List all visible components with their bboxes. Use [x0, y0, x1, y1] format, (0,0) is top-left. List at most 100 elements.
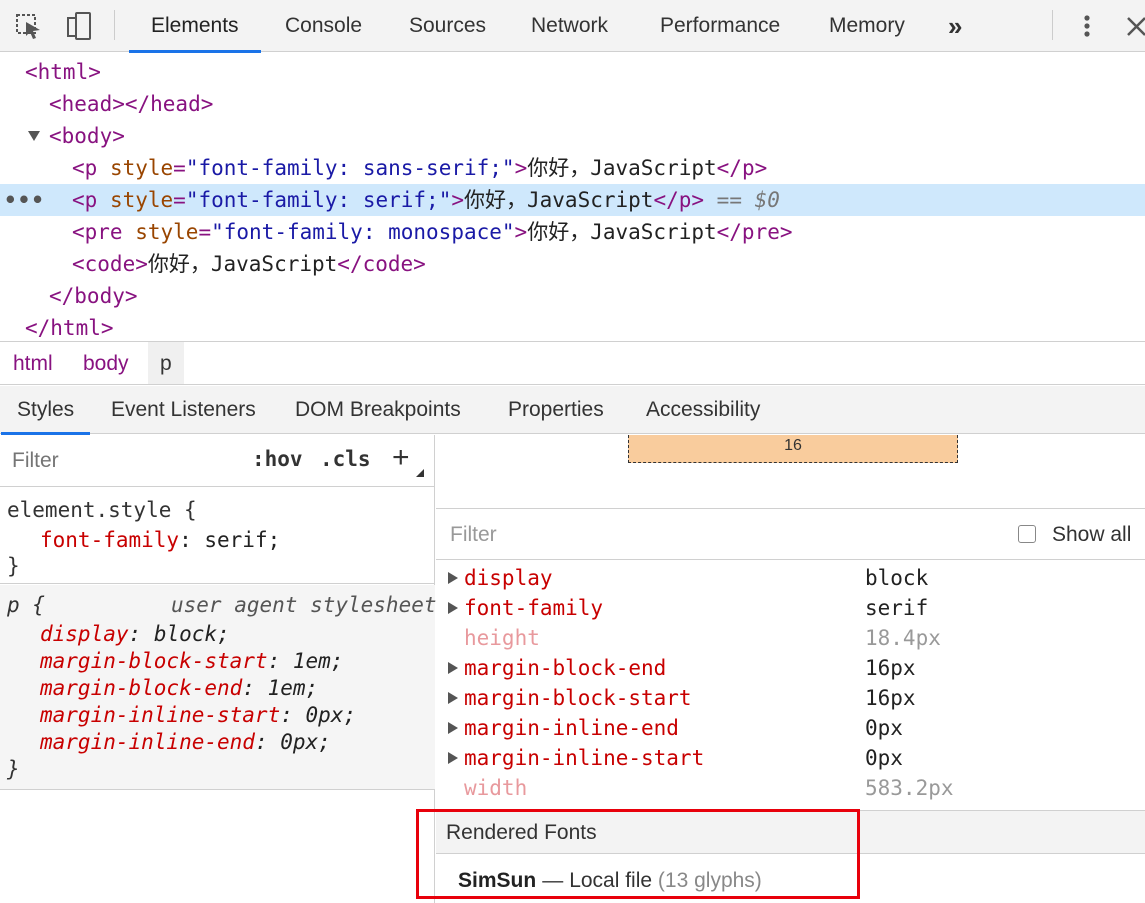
tag-head-close: </head> — [124, 92, 214, 116]
dom-node-html-close[interactable]: </html> — [0, 312, 1145, 344]
inspect-icon[interactable] — [14, 10, 44, 42]
declaration-property: margin-inline-start — [40, 703, 281, 727]
element-style-rule: element.style { font-family: serif; } — [0, 488, 435, 584]
computed-property: font-family — [464, 596, 604, 620]
dom-node-pre[interactable]: <pre style="font-family: monospace">你好，J… — [0, 216, 1145, 248]
dom-node-head[interactable]: <head></head> — [0, 88, 1145, 120]
cls-toggle-button[interactable]: .cls — [320, 447, 371, 471]
declaration-value: block; — [153, 622, 230, 646]
attr-value: "font-family: monospace" — [211, 220, 515, 244]
tag-p-close: </p> — [716, 156, 768, 180]
rendered-font-entry: SimSun — Local file (13 glyphs) — [458, 869, 762, 893]
tab-console[interactable]: Console — [285, 0, 362, 52]
tab-dom-breakpoints[interactable]: DOM Breakpoints — [295, 386, 461, 434]
dom-node-html[interactable]: <html> — [0, 56, 1145, 88]
dom-node-body-close[interactable]: </body> — [0, 280, 1145, 312]
tab-memory[interactable]: Memory — [829, 0, 905, 52]
breadcrumb-body[interactable]: body — [83, 342, 129, 384]
computed-row[interactable]: margin-block-start 16px — [436, 683, 1145, 713]
dom-node-p-sans[interactable]: <p style="font-family: sans-serif;">你好，J… — [0, 152, 1145, 184]
tab-accessibility[interactable]: Accessibility — [646, 386, 760, 434]
margin-bottom-value[interactable]: 16 — [784, 437, 802, 454]
computed-row[interactable]: width 583.2px — [436, 773, 1145, 803]
expand-triangle-icon[interactable] — [448, 752, 458, 764]
breadcrumb: html body p — [0, 341, 1145, 385]
computed-value: 0px — [865, 716, 903, 740]
rendered-fonts-header: Rendered Fonts — [436, 810, 1145, 854]
expand-triangle-icon[interactable] — [28, 131, 40, 141]
styles-filter-input[interactable] — [6, 443, 232, 479]
tag-pre-open: <pre — [72, 220, 123, 244]
expand-triangle-icon[interactable] — [448, 662, 458, 674]
tag-code-close: </code> — [337, 252, 426, 276]
tag-html-open: <html> — [25, 60, 101, 84]
computed-row[interactable]: height 18.4px — [436, 623, 1145, 653]
computed-row[interactable]: display block — [436, 563, 1145, 593]
computed-row[interactable]: font-family serif — [436, 593, 1145, 623]
computed-row[interactable]: margin-inline-start 0px — [436, 743, 1145, 773]
toolbar-separator — [114, 10, 115, 40]
computed-value: 18.4px — [865, 626, 941, 650]
sidebar-tabs: Styles Event Listeners DOM Breakpoints P… — [0, 386, 1145, 435]
declaration-property: margin-inline-end — [40, 730, 255, 754]
breadcrumb-p[interactable]: p — [148, 342, 184, 384]
tab-styles[interactable]: Styles — [0, 386, 91, 435]
toolbar-separator — [1052, 10, 1053, 40]
new-rule-menu-corner-icon[interactable] — [416, 469, 424, 477]
expand-triangle-icon[interactable] — [448, 572, 458, 584]
rule-selector[interactable]: element.style { — [7, 496, 197, 524]
tab-event-listeners[interactable]: Event Listeners — [111, 386, 256, 434]
attr-name: style — [109, 188, 174, 212]
ua-declaration: display: block; — [40, 622, 230, 646]
declaration-value: 1em; — [292, 649, 344, 673]
computed-value: 16px — [865, 686, 916, 710]
node-menu-dots-icon[interactable]: ••• — [4, 184, 45, 216]
declaration-property: display — [40, 622, 129, 646]
dom-tree: <html> <head></head> <body> <p style="fo… — [0, 53, 1145, 341]
computed-property: margin-block-start — [464, 686, 692, 710]
tab-network[interactable]: Network — [531, 0, 608, 52]
attr-value: "font-family: sans-serif;" — [185, 156, 515, 180]
expand-triangle-icon[interactable] — [448, 722, 458, 734]
device-toggle-icon[interactable] — [64, 10, 94, 42]
attr-value: "font-family: serif;" — [185, 188, 452, 212]
dom-node-p-serif-selected[interactable]: ••• <p style="font-family: serif;">你好，Ja… — [0, 184, 1145, 216]
expand-triangle-icon[interactable] — [448, 692, 458, 704]
computed-filter-bar: Filter Show all — [436, 508, 1145, 560]
tab-properties[interactable]: Properties — [508, 386, 604, 434]
computed-row[interactable]: margin-inline-end 0px — [436, 713, 1145, 743]
font-name: SimSun — [458, 869, 537, 892]
computed-property: display — [464, 566, 553, 590]
breadcrumb-html[interactable]: html — [13, 342, 53, 384]
expand-triangle-icon[interactable] — [448, 602, 458, 614]
computed-property: margin-block-end — [464, 656, 667, 680]
rendered-fonts-title: Rendered Fonts — [446, 821, 597, 844]
show-all-label[interactable]: Show all — [1052, 523, 1131, 547]
declaration-property[interactable]: font-family — [40, 528, 179, 552]
declaration-property: margin-block-end — [40, 676, 243, 700]
computed-filter-input[interactable]: Filter — [450, 523, 497, 547]
tag-head-open: <head> — [49, 92, 125, 116]
style-declaration[interactable]: font-family: serif; — [40, 526, 280, 554]
node-text: 你好，JavaScript — [464, 188, 654, 212]
show-all-checkbox[interactable] — [1018, 525, 1036, 543]
rule-source: user agent stylesheet — [171, 593, 437, 617]
rule-close-brace: } — [7, 554, 20, 578]
tab-performance[interactable]: Performance — [660, 0, 780, 52]
dom-node-body[interactable]: <body> — [0, 120, 1145, 152]
computed-row[interactable]: margin-block-end 16px — [436, 653, 1145, 683]
more-tabs-icon[interactable]: » — [948, 0, 962, 52]
close-icon[interactable] — [1124, 10, 1145, 42]
hov-toggle-button[interactable]: :hov — [252, 447, 303, 471]
computed-pane: 16 Filter Show all display block font-fa… — [436, 435, 1145, 903]
dom-node-code[interactable]: <code>你好，JavaScript</code> — [0, 248, 1145, 280]
declaration-value[interactable]: serif; — [204, 528, 280, 552]
rule-close-brace: } — [7, 757, 20, 781]
tab-sources[interactable]: Sources — [409, 0, 486, 52]
tab-elements[interactable]: Elements — [129, 0, 260, 53]
kebab-menu-icon[interactable] — [1072, 10, 1102, 42]
styles-filter-bar: :hov .cls + — [0, 435, 435, 487]
user-agent-rule: p { user agent stylesheet display: block… — [0, 585, 437, 790]
new-rule-plus-icon[interactable]: + — [392, 441, 410, 475]
attr-name: style — [135, 220, 199, 244]
